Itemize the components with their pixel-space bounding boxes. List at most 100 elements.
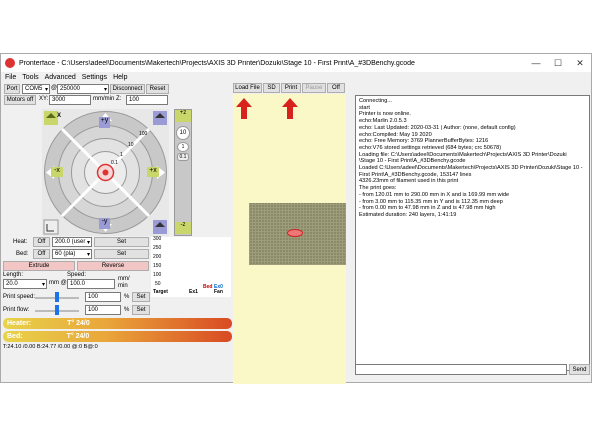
pause-button[interactable]: Pause — [302, 83, 326, 93]
heater-bar-label: Heater: — [7, 320, 32, 327]
y-minus-button[interactable]: -y — [99, 218, 110, 229]
console-log[interactable]: Connecting... start Printer is now onlin… — [355, 95, 590, 371]
chevron-down-icon: ▾ — [86, 251, 90, 258]
x-minus-button[interactable]: -x — [51, 167, 63, 177]
graph-tick: 300 — [153, 236, 162, 242]
z-minus-button[interactable]: -z — [175, 222, 191, 234]
reset-button[interactable]: Reset — [146, 84, 169, 94]
baud-value: 250000 — [60, 86, 81, 92]
jog-ring-0-1[interactable]: 0.1 — [111, 160, 118, 166]
graph-tick: 250 — [153, 245, 162, 251]
z-speed-label: mm/min Z: — [93, 96, 122, 102]
menu-advanced[interactable]: Advanced — [45, 74, 76, 81]
load-file-button[interactable]: Load File — [233, 83, 262, 93]
disconnect-button[interactable]: Disconnect — [110, 84, 145, 94]
print-flow-slider-thumb[interactable] — [55, 305, 59, 315]
xy-speed-input[interactable]: 3000 — [49, 95, 91, 105]
print-speed-input[interactable]: 100 — [85, 292, 121, 302]
legend-bed: Bed — [203, 284, 213, 290]
menu-tools[interactable]: Tools — [22, 74, 38, 81]
log-line: echo:Marlin 2.0.5.3 — [359, 118, 407, 125]
graph-tick: 200 — [153, 254, 162, 260]
chevron-down-icon: ▾ — [44, 86, 48, 93]
home-target-icon[interactable] — [96, 163, 115, 182]
heat-select[interactable]: 200.0 (user ▾ — [52, 237, 92, 247]
z-step-1[interactable]: 1 — [177, 142, 189, 152]
log-line: echo: Free Memory: 3769 PlannerBufferByt… — [359, 138, 489, 145]
heat-set-button[interactable]: Set — [94, 237, 149, 247]
jog-ring-10[interactable]: 10 — [128, 142, 134, 148]
z-speed-input[interactable]: 100 — [126, 95, 168, 105]
heat-off-button[interactable]: Off — [33, 237, 50, 247]
annotation-arrow-print — [282, 98, 298, 119]
xy-speed-label: XY: — [39, 96, 49, 102]
menu-file[interactable]: File — [5, 74, 16, 81]
menu-settings[interactable]: Settings — [82, 74, 107, 81]
y-plus-button[interactable]: +y — [99, 117, 110, 128]
sd-button[interactable]: SD — [263, 83, 280, 93]
length-input[interactable]: 20.0 ▾ — [3, 279, 47, 289]
bed-set-button[interactable]: Set — [94, 249, 149, 259]
bed-off-button[interactable]: Off — [33, 249, 50, 259]
print-speed-percent: % — [124, 294, 130, 300]
off-button[interactable]: Off — [327, 83, 345, 93]
reverse-button[interactable]: Reverse — [77, 261, 149, 271]
bed-select[interactable]: 60 (pla) ▾ — [52, 249, 92, 259]
close-button[interactable]: ✕ — [569, 58, 591, 69]
command-input[interactable] — [355, 364, 567, 375]
send-button[interactable]: Send — [569, 364, 590, 375]
heater-temp-bar: Heater: T° 24/0 — [3, 318, 232, 329]
motors-off-button[interactable]: Motors off — [4, 95, 36, 105]
legend-fan: Fan — [214, 289, 223, 295]
heat-label: Heat: — [13, 239, 28, 245]
home-y-icon[interactable] — [153, 111, 167, 125]
print-flow-set-button[interactable]: Set — [132, 305, 150, 315]
temp-graph: 300 250 200 150 100 50 Bed Ex0 Target Ex… — [151, 236, 231, 297]
home-z-icon[interactable] — [43, 219, 59, 235]
app-logo-icon — [5, 58, 15, 68]
extrude-button[interactable]: Extrude — [3, 261, 75, 271]
maximize-button[interactable]: ☐ — [547, 58, 569, 69]
port-select[interactable]: COM5 ▾ — [22, 84, 50, 94]
log-line: The print goes: — [359, 185, 397, 192]
title-bar: Pronterface - C:\Users\adeel\Documents\M… — [1, 54, 591, 72]
log-line: \Stage 10 - First Print\A_#3DBenchy.gcod… — [359, 158, 466, 165]
z-step-10[interactable]: 10 — [176, 126, 190, 140]
z-plus-button[interactable]: +z — [175, 110, 191, 122]
log-line: echo: Last Updated: 2020-03-31 | Author:… — [359, 124, 516, 131]
print-flow-input[interactable]: 100 — [85, 305, 121, 315]
log-line: echo:V76 stored settings retrieved (684 … — [359, 144, 502, 151]
jog-ring-100[interactable]: 100 — [139, 131, 147, 137]
print-button[interactable]: Print — [281, 83, 301, 93]
log-line: - from 120.01 mm to 290.00 mm in X and i… — [359, 191, 510, 198]
print-speed-slider-thumb[interactable] — [55, 292, 59, 302]
baud-select[interactable]: 250000 ▾ — [57, 84, 109, 94]
bed-value: 60 (pla) — [55, 251, 76, 257]
minimize-button[interactable]: — — [525, 58, 547, 68]
speed-unit-label-2: min — [118, 283, 128, 289]
home-x-icon[interactable] — [44, 111, 58, 125]
benchy-model — [287, 229, 303, 237]
window-title: Pronterface - C:\Users\adeel\Documents\M… — [19, 59, 415, 67]
x-plus-button[interactable]: +x — [147, 167, 159, 177]
status-line: T:24.10 /0.00 B:24.77 /0.00 @:0 B@:0 — [3, 344, 98, 350]
chevron-down-icon: ▾ — [86, 239, 90, 246]
port-button[interactable]: Port — [4, 84, 20, 94]
z-step-0-1[interactable]: 0.1 — [177, 153, 189, 161]
menu-help[interactable]: Help — [113, 74, 127, 81]
port-value: COM5 — [25, 86, 43, 92]
log-line: echo:Compiled: May 19 2020 — [359, 131, 432, 138]
graph-tick: 150 — [153, 263, 162, 269]
bed-bar-label: Bed: — [7, 333, 23, 340]
log-line: start — [359, 104, 370, 111]
heater-bar-temp: T° 24/0 — [67, 320, 90, 327]
graph-tick: 100 — [153, 272, 162, 278]
log-line: Connecting... — [359, 98, 392, 104]
jog-ring-1[interactable]: 1 — [120, 152, 123, 158]
log-line: Loading file: C:\Users\adeel\Documents\M… — [359, 151, 567, 158]
print-speed-set-button[interactable]: Set — [132, 292, 150, 302]
home-all-icon[interactable] — [153, 220, 167, 234]
log-line: 4326.23mm of filament used in this print — [359, 178, 459, 185]
print-flow-label: Print flow: — [3, 307, 30, 313]
extrude-speed-input[interactable]: 100.0 — [67, 279, 115, 289]
